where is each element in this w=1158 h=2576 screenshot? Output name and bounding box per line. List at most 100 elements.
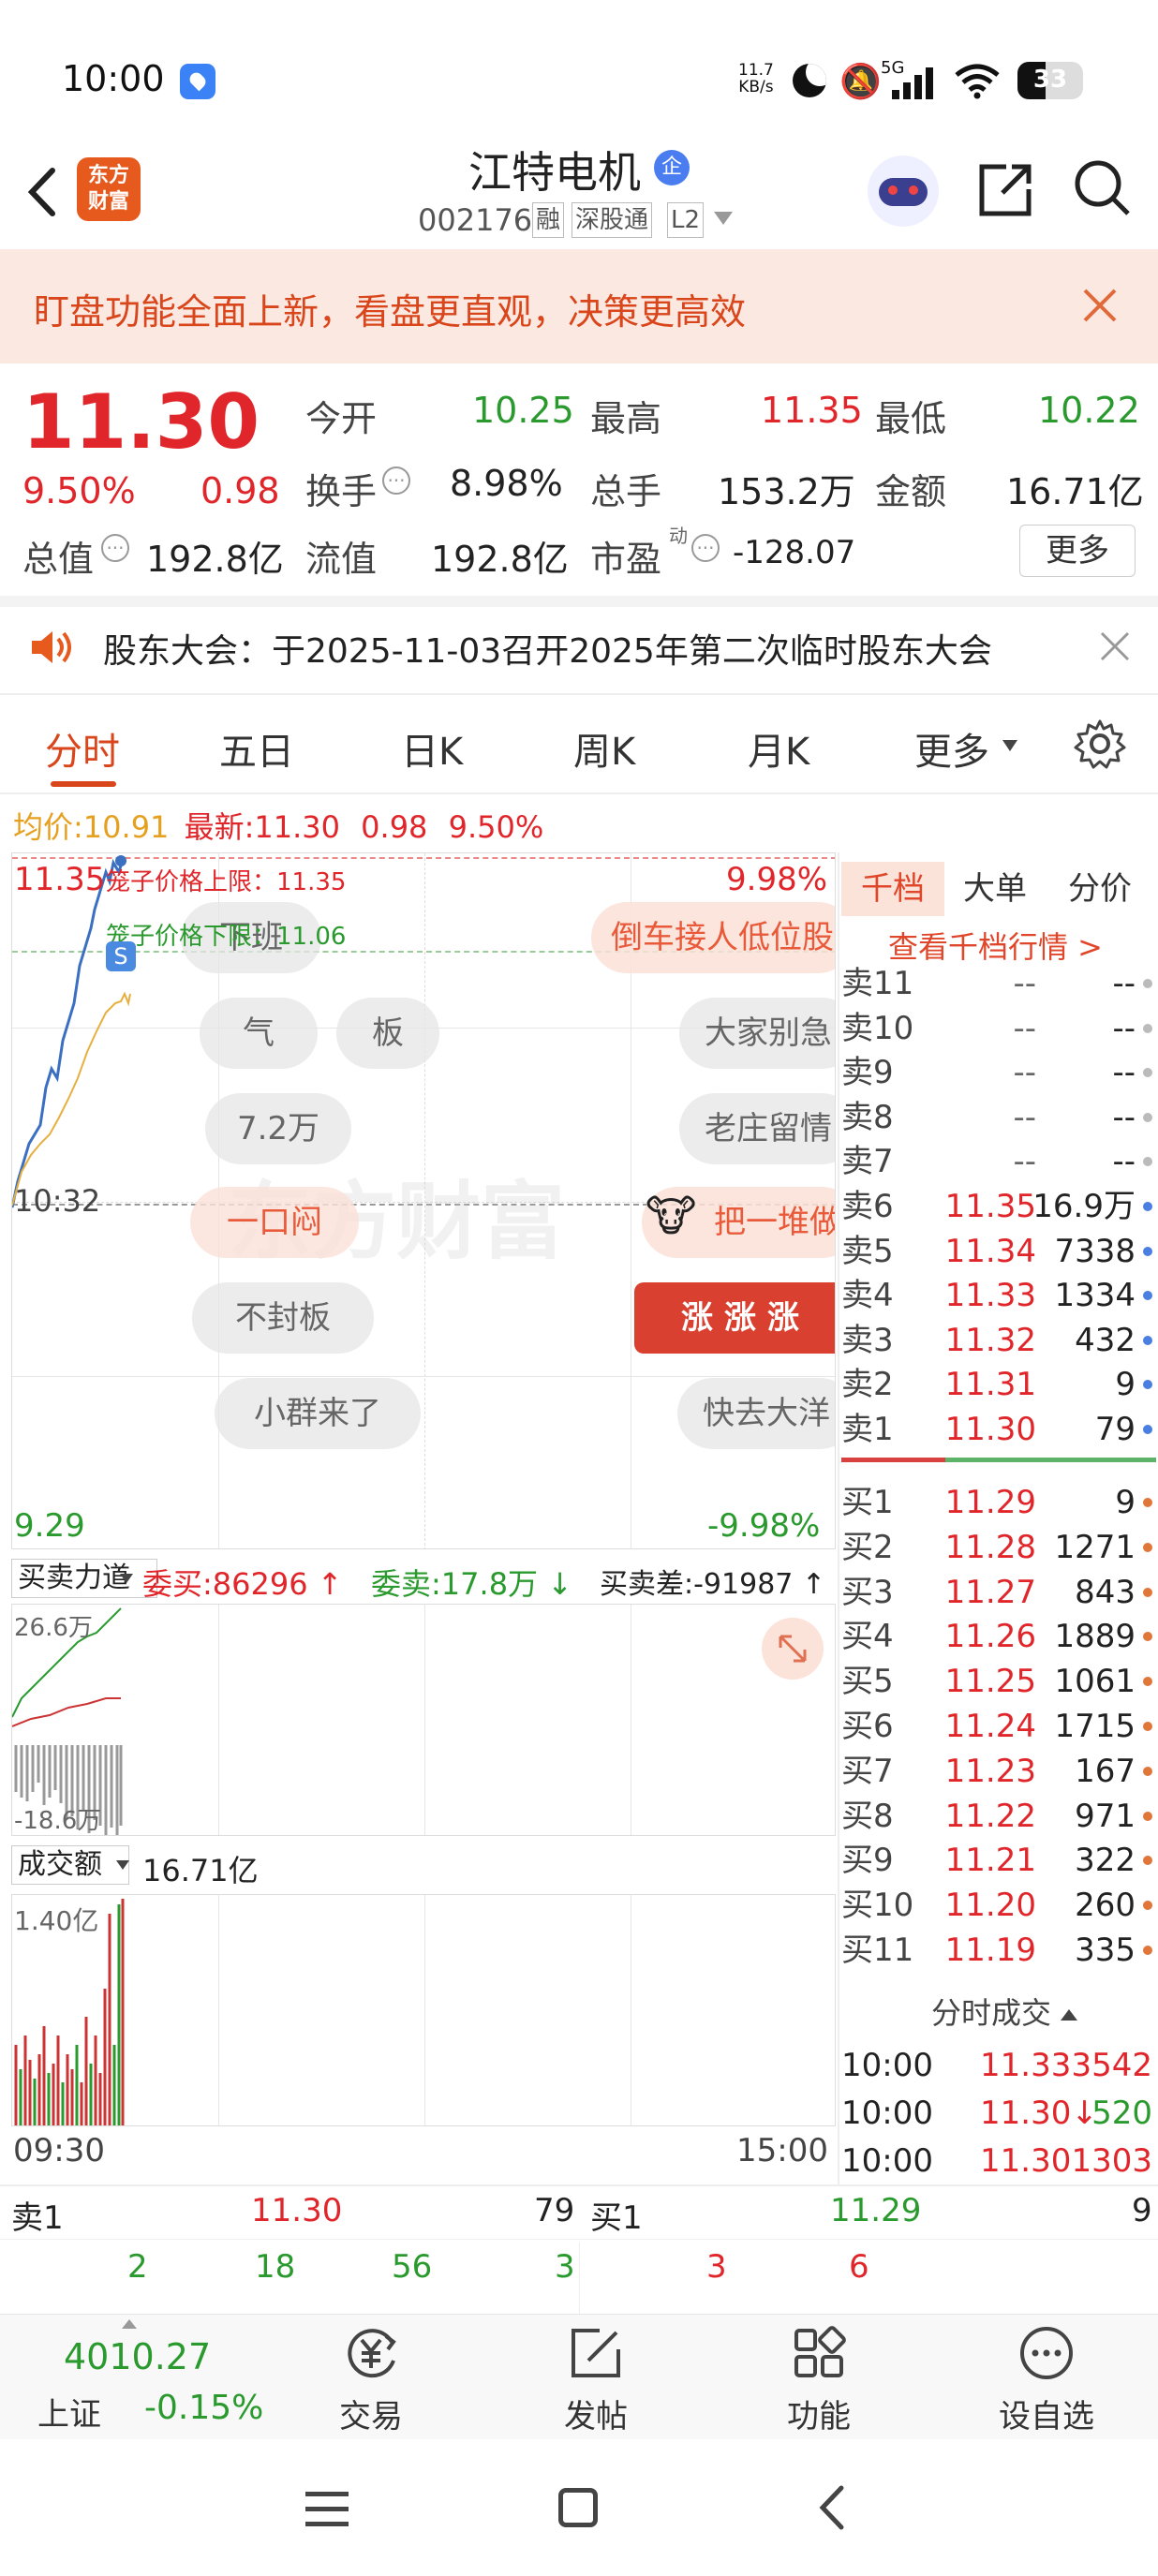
force-selector[interactable]: 买卖力道 xyxy=(11,1559,157,1598)
bid-row[interactable]: 买3 11.27 843 xyxy=(841,1570,1156,1615)
tab-more[interactable]: 更多 xyxy=(914,721,989,776)
info-icon[interactable]: ··· xyxy=(101,534,129,562)
close-icon[interactable] xyxy=(1098,629,1132,663)
barrage-chip[interactable]: 涨涨涨 xyxy=(634,1282,835,1354)
search-icon[interactable] xyxy=(1072,157,1134,219)
bid-row[interactable]: 买6 11.24 1715 xyxy=(841,1704,1156,1749)
tab-5day[interactable]: 五日 xyxy=(219,721,294,776)
cage-upper-label: 笼子价格上限：11.35 xyxy=(106,868,347,896)
ask-row[interactable]: 卖10 -- -- xyxy=(841,1006,1156,1051)
back-nav-icon[interactable] xyxy=(813,2482,851,2533)
price-change: 0.98 xyxy=(200,470,280,511)
tab-daily-k[interactable]: 日K xyxy=(401,721,463,776)
bell-off-icon: 🔕 xyxy=(839,63,882,101)
amount-selector[interactable]: 成交额 xyxy=(11,1845,129,1885)
trade-time: 10:00 xyxy=(841,2095,933,2132)
tag-l2[interactable]: L2 xyxy=(667,202,705,238)
level-label: 卖10 xyxy=(841,1009,914,1047)
ask-row[interactable]: 卖2 11.31 9 xyxy=(841,1362,1156,1407)
tag-sgt: 深股通 xyxy=(572,202,653,238)
nav-function[interactable]: 功能 xyxy=(763,2323,875,2436)
more-button[interactable]: 更多 xyxy=(1019,525,1136,577)
expand-icon[interactable] xyxy=(762,1618,824,1680)
caret-down-icon xyxy=(120,1574,133,1583)
tab-monthly-k[interactable]: 月K xyxy=(748,721,809,776)
level-volume: 79 xyxy=(1094,1411,1136,1448)
nav-add-watchlist[interactable]: 设自选 xyxy=(986,2323,1107,2436)
ask-row[interactable]: 卖6 11.35 16.9万 xyxy=(841,1184,1156,1229)
index-ticker[interactable]: 4010.27 上证 -0.15% xyxy=(0,2314,281,2439)
ask-row[interactable]: 卖9 -- -- xyxy=(841,1050,1156,1095)
bid-row[interactable]: 买9 11.21 322 xyxy=(841,1838,1156,1883)
bid-row[interactable]: 买4 11.26 1889 xyxy=(841,1614,1156,1659)
tab-qiandang[interactable]: 千档 xyxy=(841,862,944,916)
enterprise-badge: 企 xyxy=(654,150,690,185)
bid-row[interactable]: 买1 11.29 9 xyxy=(841,1480,1156,1525)
s-badge[interactable]: S xyxy=(106,941,136,971)
mktcap-value: 192.8亿 xyxy=(146,539,284,580)
nav-post[interactable]: 发帖 xyxy=(540,2323,652,2436)
intraday-chart[interactable]: 东方财富 下班 倒车接人低位股 气 板 大家别急 7.2万 老庄留情 一口闷 把… xyxy=(11,852,836,1549)
ask-row[interactable]: 卖4 11.33 1334 xyxy=(841,1273,1156,1318)
trade-volume: 3542 xyxy=(1071,2047,1152,2084)
barrage-chip[interactable]: 倒车接人低位股 xyxy=(591,902,835,973)
ask-row[interactable]: 卖1 11.30 79 xyxy=(841,1407,1156,1452)
level-label: 买5 xyxy=(841,1663,894,1701)
level-price: -- xyxy=(1013,1143,1036,1181)
level-volume: 1271 xyxy=(1054,1528,1136,1566)
tab-weekly-k[interactable]: 周K xyxy=(573,721,635,776)
barrage-chip[interactable]: 小群来了 xyxy=(215,1378,421,1449)
bid-row[interactable]: 买5 11.25 1061 xyxy=(841,1659,1156,1704)
ask-row[interactable]: 卖11 -- -- xyxy=(841,961,1156,1006)
bid-row[interactable]: 买10 11.20 260 xyxy=(841,1883,1156,1928)
level-volume: 1334 xyxy=(1054,1277,1136,1315)
ask-row[interactable]: 卖5 11.34 7338 xyxy=(841,1229,1156,1274)
nav-trade[interactable]: 交易 xyxy=(315,2323,427,2436)
barrage-chip[interactable]: 快去大洋 xyxy=(677,1378,835,1449)
level-label: 买7 xyxy=(841,1752,894,1790)
ask-row[interactable]: 卖8 -- -- xyxy=(841,1095,1156,1140)
bid-row[interactable]: 买8 11.22 971 xyxy=(841,1794,1156,1839)
level-volume: 16.9万 xyxy=(1032,1188,1136,1225)
ask-row[interactable]: 卖3 11.32 432 xyxy=(841,1318,1156,1363)
home-icon[interactable] xyxy=(558,2488,598,2527)
level-label: 买4 xyxy=(841,1618,894,1656)
robot-assistant-icon[interactable] xyxy=(868,155,939,227)
tab-fenjia[interactable]: 分价 xyxy=(1068,862,1132,916)
force-buy: 委买:86296 ↑ xyxy=(142,1566,343,1602)
level-dot xyxy=(1143,1023,1152,1033)
bid-row[interactable]: 买7 11.23 167 xyxy=(841,1749,1156,1794)
info-icon[interactable]: ··· xyxy=(382,466,410,495)
bid-row[interactable]: 买11 11.19 335 xyxy=(841,1928,1156,1973)
amount-chart[interactable]: 1.40亿 xyxy=(11,1894,836,2126)
status-bar: 10:00 11.7 KB/s 🔕 5G 33 xyxy=(0,0,1158,159)
info-icon[interactable]: ··· xyxy=(691,534,720,562)
barrage-chip[interactable]: 老庄留情 xyxy=(679,1093,835,1164)
barrage-chip[interactable]: 7.2万 xyxy=(205,1093,351,1164)
force-chart[interactable]: 26.6万 -18.6万 xyxy=(11,1604,836,1836)
tab-intraday[interactable]: 分时 xyxy=(45,721,120,776)
ask-row[interactable]: 卖7 -- -- xyxy=(841,1139,1156,1184)
trade-price: 11.30 xyxy=(980,2142,1072,2180)
gear-icon[interactable] xyxy=(1074,718,1126,770)
barrage-chip[interactable]: 不封板 xyxy=(192,1282,374,1354)
back-button[interactable] xyxy=(19,159,75,225)
close-icon[interactable] xyxy=(1079,285,1121,326)
promo-banner[interactable]: 盯盘功能全面上新，看盘更直观，决策更高效 xyxy=(0,249,1158,363)
level-dot xyxy=(1143,1112,1152,1122)
barrage-chip[interactable]: 气 xyxy=(200,998,318,1069)
divider xyxy=(0,596,1158,607)
barrage-chip[interactable]: 板 xyxy=(336,998,439,1069)
level-volume: 7338 xyxy=(1054,1232,1136,1270)
tab-dadan[interactable]: 大单 xyxy=(963,862,1027,916)
barrage-chip[interactable]: 一口闷 xyxy=(190,1187,359,1258)
amount-header: 成交额 16.71亿 xyxy=(11,1840,836,1892)
notice-text[interactable]: 股东大会：于2025-11-03召开2025年第二次临时股东大会 xyxy=(103,624,992,673)
bid-row[interactable]: 买2 11.28 1271 xyxy=(841,1525,1156,1570)
turnover-label: 换手 xyxy=(305,471,378,512)
barrage-chip[interactable]: 大家别急 xyxy=(679,998,835,1069)
menu-icon[interactable] xyxy=(305,2490,349,2527)
force-sell-label: 委卖: xyxy=(371,1566,441,1602)
trades-title[interactable]: 分时成交 xyxy=(931,1990,1078,2033)
share-icon[interactable] xyxy=(974,159,1036,221)
